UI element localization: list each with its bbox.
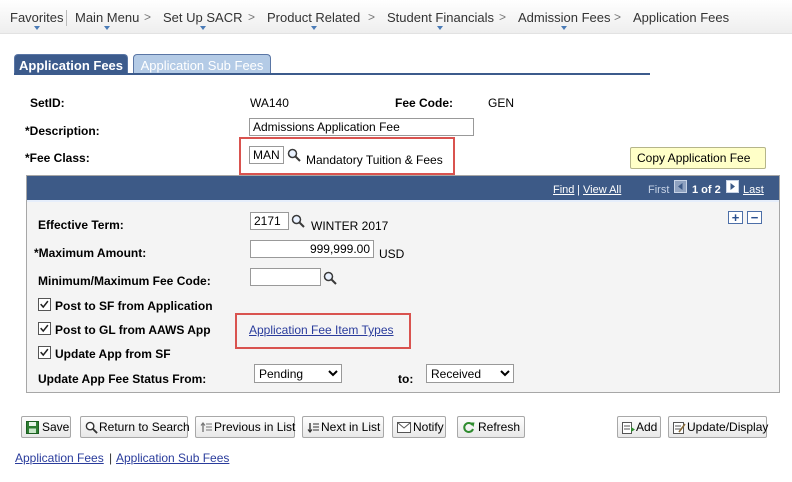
breadcrumb-separator: > bbox=[248, 10, 256, 24]
next-list-icon bbox=[307, 423, 319, 433]
post-to-sf-checkbox[interactable] bbox=[38, 298, 51, 311]
setid-value: WA140 bbox=[250, 96, 289, 110]
setid-label: SetID: bbox=[30, 96, 65, 110]
add-button[interactable]: Add bbox=[617, 416, 661, 438]
previous-in-list-label: Previous in List bbox=[214, 420, 296, 434]
chevron-down-icon bbox=[104, 26, 111, 30]
breadcrumb-main-menu[interactable]: Main Menu bbox=[75, 10, 139, 30]
breadcrumb-product-related[interactable]: Product Related bbox=[267, 10, 360, 30]
maximum-amount-label: *Maximum Amount: bbox=[34, 246, 147, 260]
update-display-label: Update/Display bbox=[687, 420, 769, 434]
next-in-list-button[interactable]: Next in List bbox=[302, 416, 384, 438]
next-row-icon[interactable] bbox=[726, 180, 739, 193]
refresh-icon bbox=[463, 422, 475, 433]
update-app-from-sf-checkbox[interactable] bbox=[38, 346, 51, 359]
add-icon bbox=[622, 422, 635, 434]
breadcrumb-set-up-sacr[interactable]: Set Up SACR bbox=[163, 10, 242, 30]
save-button-label: Save bbox=[42, 420, 70, 434]
update-display-button[interactable]: Update/Display bbox=[668, 416, 769, 438]
breadcrumb-admission-fees[interactable]: Admission Fees bbox=[518, 10, 610, 30]
effective-term-label: Effective Term: bbox=[38, 218, 124, 232]
save-icon bbox=[26, 421, 39, 434]
find-link[interactable]: Find bbox=[553, 184, 574, 196]
fee-class-description: Mandatory Tuition & Fees bbox=[306, 153, 443, 167]
breadcrumb-student-financials[interactable]: Student Financials bbox=[387, 10, 494, 30]
fee-code-value: GEN bbox=[488, 96, 515, 110]
refresh-label: Refresh bbox=[478, 420, 521, 434]
checkmark-icon bbox=[40, 348, 49, 357]
save-button[interactable]: Save bbox=[21, 416, 71, 438]
breadcrumb-separator: > bbox=[368, 10, 376, 24]
post-to-gl-label: Post to GL from AAWS App bbox=[55, 323, 211, 337]
footer-application-fees-link[interactable]: Application Fees bbox=[15, 451, 104, 465]
footer-separator: | bbox=[109, 451, 113, 465]
checkmark-icon bbox=[40, 300, 49, 309]
maximum-amount-input[interactable] bbox=[250, 240, 374, 258]
chevron-down-icon bbox=[437, 26, 444, 30]
min-max-fee-code-label: Minimum/Maximum Fee Code: bbox=[38, 274, 211, 288]
last-link[interactable]: Last bbox=[743, 184, 764, 196]
header-pipe: | bbox=[577, 184, 580, 196]
footer-application-sub-fees-link[interactable]: Application Sub Fees bbox=[116, 451, 229, 465]
notify-label: Notify bbox=[413, 420, 444, 434]
status-to-select[interactable]: Received bbox=[426, 364, 514, 383]
min-max-fee-code-input[interactable] bbox=[250, 268, 321, 286]
effective-term-description: WINTER 2017 bbox=[311, 219, 389, 233]
envelope-icon bbox=[397, 422, 411, 433]
tab-application-fees[interactable]: Application Fees bbox=[14, 54, 128, 74]
checkmark-icon bbox=[40, 324, 49, 333]
fee-code-label: Fee Code: bbox=[395, 96, 454, 110]
breadcrumb-favorites[interactable]: Favorites bbox=[10, 10, 63, 30]
breadcrumb-separator: > bbox=[614, 10, 622, 24]
view-all-link[interactable]: View All bbox=[583, 184, 621, 196]
post-to-gl-checkbox[interactable] bbox=[38, 322, 51, 335]
notify-button[interactable]: Notify bbox=[392, 416, 446, 438]
tab-underline bbox=[14, 73, 650, 75]
application-fee-item-types-link[interactable]: Application Fee Item Types bbox=[249, 323, 394, 337]
post-to-sf-label: Post to SF from Application bbox=[55, 299, 213, 313]
description-label: *Description: bbox=[25, 124, 100, 138]
search-icon bbox=[85, 421, 98, 434]
chevron-down-icon bbox=[33, 26, 40, 30]
chevron-down-icon bbox=[199, 26, 206, 30]
breadcrumb-separator: > bbox=[144, 10, 152, 24]
tab-application-sub-fees[interactable]: Application Sub Fees bbox=[133, 54, 271, 74]
previous-in-list-button[interactable]: Previous in List bbox=[195, 416, 295, 438]
status-to-label: to: bbox=[398, 372, 414, 386]
refresh-button[interactable]: Refresh bbox=[457, 416, 525, 438]
chevron-down-icon bbox=[310, 26, 317, 30]
search-icon[interactable] bbox=[291, 214, 305, 228]
breadcrumb-application-fees: Application Fees bbox=[633, 10, 730, 25]
breadcrumb-divider bbox=[66, 10, 67, 26]
search-icon[interactable] bbox=[287, 148, 301, 162]
copy-application-fee-button[interactable]: Copy Application Fee bbox=[630, 147, 766, 169]
group-header-divider bbox=[27, 200, 779, 202]
add-label: Add bbox=[636, 420, 658, 434]
add-row-icon[interactable]: + bbox=[728, 211, 743, 224]
update-status-from-label: Update App Fee Status From: bbox=[38, 372, 207, 386]
fee-class-input[interactable] bbox=[249, 146, 284, 164]
status-from-select[interactable]: Pending bbox=[254, 364, 342, 383]
previous-list-icon bbox=[200, 422, 212, 432]
breadcrumb-separator: > bbox=[499, 10, 507, 24]
update-display-icon bbox=[673, 422, 686, 434]
currency-label: USD bbox=[379, 247, 405, 261]
return-to-search-label: Return to Search bbox=[99, 420, 190, 434]
chevron-down-icon bbox=[561, 26, 568, 30]
update-app-from-sf-label: Update App from SF bbox=[55, 347, 171, 361]
return-to-search-button[interactable]: Return to Search bbox=[80, 416, 190, 438]
previous-row-icon[interactable] bbox=[674, 180, 687, 193]
first-label: First bbox=[648, 184, 670, 196]
fee-class-label: *Fee Class: bbox=[25, 151, 90, 165]
effective-term-input[interactable] bbox=[250, 212, 289, 230]
delete-row-icon[interactable]: − bbox=[747, 211, 762, 224]
search-icon[interactable] bbox=[323, 271, 337, 285]
pager-label: 1 of 2 bbox=[692, 184, 721, 196]
description-input[interactable] bbox=[249, 118, 474, 136]
next-in-list-label: Next in List bbox=[321, 420, 381, 434]
